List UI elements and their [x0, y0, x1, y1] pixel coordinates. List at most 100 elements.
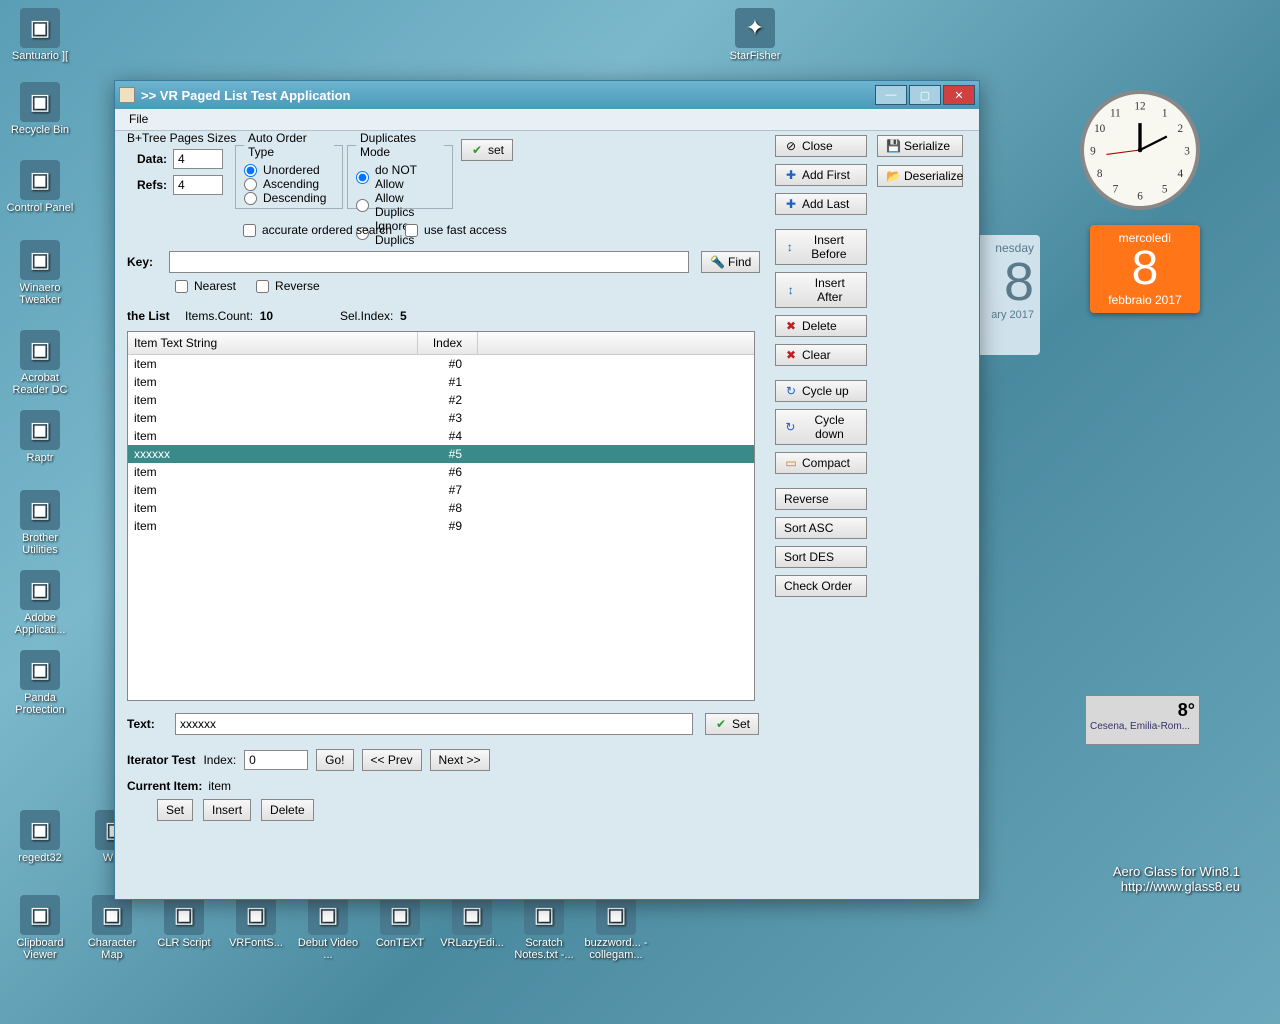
- side-button[interactable]: Cycle up: [775, 380, 867, 402]
- desktop-icon[interactable]: ▣Scratch Notes.txt -...: [509, 895, 579, 961]
- close-button[interactable]: ✕: [943, 85, 975, 105]
- go-button[interactable]: Go!: [316, 749, 353, 771]
- desktop-icon[interactable]: ▣Santuario ][: [5, 8, 75, 62]
- list-item[interactable]: item#1: [128, 373, 754, 391]
- desktop-icon-starfisher[interactable]: ✦ StarFisher: [720, 8, 790, 62]
- side-button[interactable]: Close: [775, 135, 867, 157]
- iter-insert-button[interactable]: Insert: [203, 799, 251, 821]
- key-input[interactable]: [169, 251, 689, 273]
- radio-unordered[interactable]: [244, 164, 257, 177]
- find-button[interactable]: Find: [701, 251, 760, 273]
- svg-text:9: 9: [1090, 145, 1096, 157]
- list-item[interactable]: item#0: [128, 355, 754, 373]
- desktop-icon[interactable]: ▣ConTEXT: [365, 895, 435, 949]
- side-button[interactable]: Sort ASC: [775, 517, 867, 539]
- svg-text:11: 11: [1110, 107, 1121, 119]
- iter-set-button[interactable]: Set: [157, 799, 193, 821]
- current-item-label: Current Item:: [127, 779, 202, 793]
- list-item[interactable]: item#6: [128, 463, 754, 481]
- listview[interactable]: Item Text String Index item#0item#1item#…: [127, 331, 755, 701]
- desktop-icon[interactable]: ▣Control Panel: [5, 160, 75, 214]
- ins-icon: [784, 240, 796, 254]
- desktop-icon[interactable]: ▣Recycle Bin: [5, 82, 75, 136]
- radio-not-allow[interactable]: [356, 171, 369, 184]
- side-button[interactable]: Clear: [775, 344, 867, 366]
- list-item[interactable]: item#2: [128, 391, 754, 409]
- index-label: Index:: [203, 753, 236, 767]
- desktop-icon[interactable]: ▣Panda Protection: [5, 650, 75, 716]
- desktop-icon[interactable]: ▣Character Map: [77, 895, 147, 961]
- next-button[interactable]: Next >>: [430, 749, 490, 771]
- desktop-icon[interactable]: ▣Brother Utilities: [5, 490, 75, 556]
- app-icon: ▣: [20, 810, 60, 850]
- desktop-icon[interactable]: ▣regedt32: [5, 810, 75, 864]
- compact-icon: [784, 456, 798, 470]
- side-button[interactable]: Compact: [775, 452, 867, 474]
- desktop-icon[interactable]: ▣CLR Script: [149, 895, 219, 949]
- list-item[interactable]: item#7: [128, 481, 754, 499]
- data-input[interactable]: [173, 149, 223, 169]
- chk-nearest[interactable]: [175, 280, 188, 293]
- desktop-icon[interactable]: ▣Winaero Tweaker: [5, 240, 75, 306]
- side-button[interactable]: Sort DES: [775, 546, 867, 568]
- ins-icon: [784, 283, 798, 297]
- text-set-button[interactable]: Set: [705, 713, 759, 735]
- desktop: ▣Santuario ][▣Recycle Bin▣Control Panel▣…: [0, 0, 1280, 1024]
- refs-label: Refs:: [127, 178, 167, 192]
- prev-button[interactable]: << Prev: [362, 749, 422, 771]
- maximize-button[interactable]: ▢: [909, 85, 941, 105]
- list-item[interactable]: item#9: [128, 517, 754, 535]
- col-item-text[interactable]: Item Text String: [128, 332, 418, 354]
- col-index[interactable]: Index: [418, 332, 478, 354]
- side-button[interactable]: Add First: [775, 164, 867, 186]
- radio-descending[interactable]: [244, 192, 257, 205]
- list-item[interactable]: item#8: [128, 499, 754, 517]
- chk-accurate[interactable]: [243, 224, 256, 237]
- list-item[interactable]: item#3: [128, 409, 754, 427]
- list-item[interactable]: xxxxxx#5: [128, 445, 754, 463]
- side-button[interactable]: Insert After: [775, 272, 867, 308]
- titlebar[interactable]: >> VR Paged List Test Application — ▢ ✕: [115, 81, 979, 109]
- svg-text:1: 1: [1162, 107, 1168, 119]
- radio-ascending[interactable]: [244, 178, 257, 191]
- weather-gadget[interactable]: 8° Cesena, Emilia-Rom...: [1085, 695, 1200, 745]
- side-button[interactable]: Add Last: [775, 193, 867, 215]
- radio-allow[interactable]: [356, 199, 369, 212]
- svg-text:2: 2: [1178, 123, 1184, 135]
- side-button[interactable]: Insert Before: [775, 229, 867, 265]
- iter-delete-button[interactable]: Delete: [261, 799, 314, 821]
- desktop-icon[interactable]: ▣Clipboard Viewer: [5, 895, 75, 961]
- side-button[interactable]: Delete: [775, 315, 867, 337]
- desktop-icon[interactable]: ▣VRFontS...: [221, 895, 291, 949]
- desktop-icon[interactable]: ▣Adobe Applicati...: [5, 570, 75, 636]
- list-item[interactable]: item#4: [128, 427, 754, 445]
- data-label: Data:: [127, 152, 167, 166]
- menu-file[interactable]: File: [123, 110, 154, 128]
- menubar: File: [115, 109, 979, 131]
- side-button[interactable]: Check Order: [775, 575, 867, 597]
- index-input[interactable]: [244, 750, 308, 770]
- clock-gadget[interactable]: 1212 345 678 91011: [1080, 90, 1200, 210]
- side-button[interactable]: Reverse: [775, 488, 867, 510]
- refs-input[interactable]: [173, 175, 223, 195]
- set-button[interactable]: set: [461, 139, 513, 161]
- minimize-button[interactable]: —: [875, 85, 907, 105]
- desktop-icon[interactable]: ▣Debut Video ...: [293, 895, 363, 961]
- calendar-gadget[interactable]: mercoledì 8 febbraio 2017: [1090, 225, 1200, 313]
- desktop-icon[interactable]: ▣Acrobat Reader DC: [5, 330, 75, 396]
- app-icon: [119, 87, 135, 103]
- chk-fast[interactable]: [405, 224, 418, 237]
- side-button[interactable]: Serialize: [877, 135, 963, 157]
- del-icon: [784, 319, 798, 333]
- desktop-icon[interactable]: ▣VRLazyEdi...: [437, 895, 507, 949]
- desktop-icon[interactable]: ▣Raptr: [5, 410, 75, 464]
- desktop-icon[interactable]: ▣buzzword... - collegam...: [581, 895, 651, 961]
- app-icon: ▣: [20, 650, 60, 690]
- side-button[interactable]: Deserialize: [877, 165, 963, 187]
- chk-reverse[interactable]: [256, 280, 269, 293]
- side-button[interactable]: Cycle down: [775, 409, 867, 445]
- text-input[interactable]: [175, 713, 693, 735]
- app-icon: ▣: [20, 160, 60, 200]
- app-icon: ▣: [236, 895, 276, 935]
- listview-header: Item Text String Index: [128, 332, 754, 355]
